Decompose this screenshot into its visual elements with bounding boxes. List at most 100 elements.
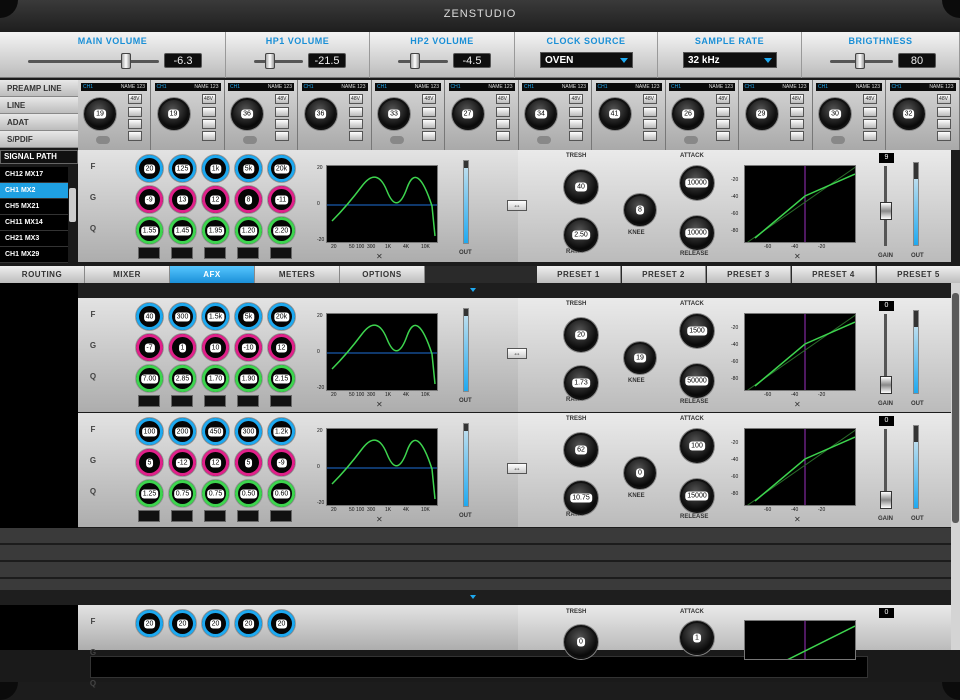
preset-button[interactable]: PRESET 4: [792, 266, 876, 283]
wrench-icon[interactable]: ✕: [376, 400, 383, 409]
tab-routing[interactable]: ROUTING: [0, 266, 85, 283]
signal-path-select[interactable]: SIGNAL PATH: [0, 150, 78, 164]
eq-q-knob[interactable]: 7.00: [136, 365, 163, 392]
link-arrows-button[interactable]: ⇔: [507, 348, 527, 359]
link-icon[interactable]: [789, 131, 804, 141]
scrollbar-thumb[interactable]: [952, 293, 959, 523]
eq-f-knob[interactable]: 1k: [202, 155, 229, 182]
gain-knob[interactable]: 26: [672, 98, 704, 130]
filter-shape-icon[interactable]: [237, 247, 259, 259]
link-icon[interactable]: [201, 131, 216, 141]
eq-g-knob[interactable]: -11: [268, 186, 295, 213]
gain-fader-thumb[interactable]: [880, 202, 892, 220]
filter-shape-icon[interactable]: [204, 510, 226, 522]
collapse-bar[interactable]: [78, 283, 951, 298]
gain-knob[interactable]: 41: [598, 98, 631, 130]
eq-q-knob[interactable]: 1.55: [136, 217, 163, 244]
c-button[interactable]: [936, 119, 951, 129]
phase-icon[interactable]: [422, 107, 436, 117]
eq-g-knob[interactable]: 5: [136, 449, 163, 476]
filter-shape-icon[interactable]: [270, 510, 292, 522]
eq-f-knob[interactable]: 125: [169, 155, 196, 182]
link-icon[interactable]: [275, 131, 289, 141]
channel-list-item[interactable]: CH1 MX2: [0, 183, 68, 199]
dropdown[interactable]: 32 kHz: [683, 52, 777, 68]
link-icon[interactable]: [642, 131, 657, 141]
eq-f-knob[interactable]: 20: [268, 610, 295, 637]
phantom-48v-button[interactable]: 48V: [789, 94, 804, 104]
slider-track[interactable]: [254, 60, 303, 63]
link-toggle-icon[interactable]: [96, 136, 110, 144]
preset-button[interactable]: PRESET 5: [877, 266, 960, 283]
eq-g-knob[interactable]: 8: [235, 186, 262, 213]
phase-icon[interactable]: [642, 107, 657, 117]
phase-icon[interactable]: [936, 107, 951, 117]
wrench-icon[interactable]: ✕: [794, 400, 801, 409]
link-icon[interactable]: [128, 131, 142, 141]
knee-knob[interactable]: 19: [624, 342, 656, 374]
phantom-48v-button[interactable]: 48V: [495, 94, 510, 104]
release-knob[interactable]: 50000: [680, 364, 714, 398]
c-button[interactable]: [716, 119, 730, 129]
eq-f-knob[interactable]: 20k: [268, 303, 295, 330]
link-icon[interactable]: [422, 131, 436, 141]
phantom-48v-button[interactable]: 48V: [201, 94, 216, 104]
eq-f-knob[interactable]: 1.2k: [268, 418, 295, 445]
filter-shape-icon[interactable]: [270, 247, 292, 259]
filter-shape-icon[interactable]: [171, 510, 193, 522]
release-knob[interactable]: 15000: [680, 479, 714, 513]
gain-knob[interactable]: 27: [451, 98, 484, 130]
wrench-icon[interactable]: ✕: [376, 515, 383, 524]
eq-f-knob[interactable]: 300: [169, 303, 196, 330]
link-icon[interactable]: [348, 131, 363, 141]
link-icon[interactable]: [569, 131, 583, 141]
phantom-48v-button[interactable]: 48V: [128, 94, 142, 104]
knee-knob[interactable]: 8: [624, 194, 656, 226]
channel-list-scrollbar[interactable]: [69, 188, 76, 222]
channel-list-item[interactable]: CH12 MX17: [0, 167, 68, 183]
preset-button[interactable]: PRESET 1: [537, 266, 621, 283]
tresh-knob[interactable]: 40: [564, 170, 598, 204]
chevron-down-icon[interactable]: [470, 288, 476, 292]
c-button[interactable]: [863, 119, 877, 129]
ratio-knob[interactable]: 2.50: [564, 218, 598, 252]
slider-thumb[interactable]: [265, 53, 275, 69]
preset-button[interactable]: PRESET 3: [707, 266, 791, 283]
preset-button[interactable]: PRESET 2: [622, 266, 706, 283]
eq-g-knob[interactable]: -10: [235, 334, 262, 361]
filter-shape-icon[interactable]: [237, 395, 259, 407]
eq-g-knob[interactable]: 12: [202, 186, 229, 213]
eq-g-knob[interactable]: 5: [235, 449, 262, 476]
eq-q-knob[interactable]: 2.20: [268, 217, 295, 244]
eq-g-knob[interactable]: 1: [169, 334, 196, 361]
link-toggle-icon[interactable]: [390, 136, 404, 144]
nav-item-2[interactable]: ADAT: [0, 114, 78, 131]
link-icon[interactable]: [495, 131, 510, 141]
eq-f-knob[interactable]: 5k: [235, 155, 262, 182]
gain-knob[interactable]: 29: [745, 98, 778, 130]
eq-f-knob[interactable]: 20: [202, 610, 229, 637]
eq-f-knob[interactable]: 5k: [235, 303, 262, 330]
link-arrows-button[interactable]: ⇔: [507, 463, 527, 474]
c-button[interactable]: [642, 119, 657, 129]
channel-list-item[interactable]: CH5 MX21: [0, 199, 68, 215]
eq-f-knob[interactable]: 450: [202, 418, 229, 445]
c-button[interactable]: [128, 119, 142, 129]
filter-shape-icon[interactable]: [204, 395, 226, 407]
eq-q-knob[interactable]: 1.45: [169, 217, 196, 244]
phase-icon[interactable]: [569, 107, 583, 117]
filter-shape-icon[interactable]: [138, 247, 160, 259]
link-arrows-button[interactable]: ⇔: [507, 200, 527, 211]
wrench-icon[interactable]: ✕: [376, 252, 383, 261]
eq-q-knob[interactable]: 1.25: [136, 480, 163, 507]
wrench-icon[interactable]: ✕: [794, 515, 801, 524]
eq-f-knob[interactable]: 20: [136, 155, 163, 182]
ratio-knob[interactable]: 10.75: [564, 481, 598, 515]
eq-f-knob[interactable]: 20: [235, 610, 262, 637]
c-button[interactable]: [569, 119, 583, 129]
filter-shape-icon[interactable]: [171, 247, 193, 259]
gain-knob[interactable]: 32: [892, 98, 925, 130]
attack-knob[interactable]: 10000: [680, 166, 714, 200]
eq-q-knob[interactable]: 0.60: [268, 480, 295, 507]
eq-q-knob[interactable]: 1.95: [202, 217, 229, 244]
